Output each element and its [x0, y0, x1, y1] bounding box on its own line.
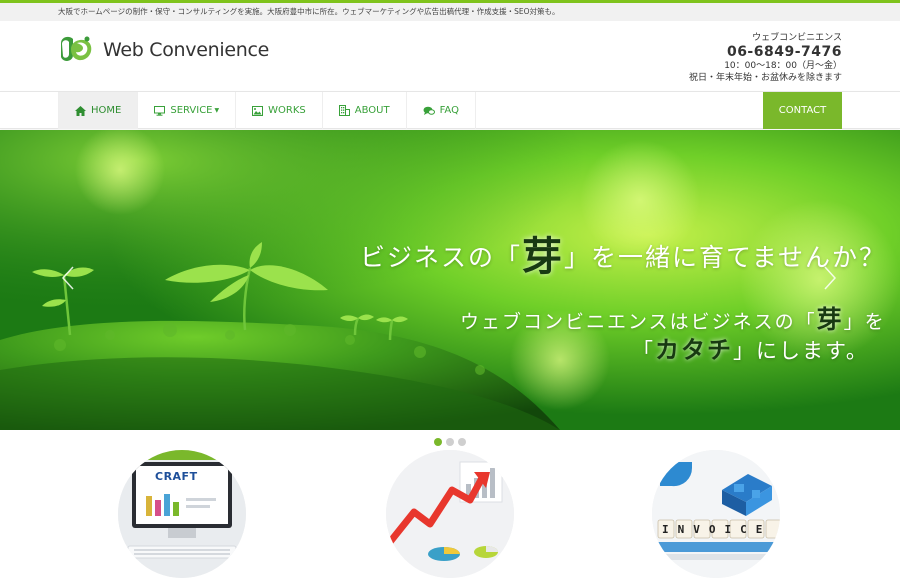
company-name: ウェブコンビニエンス — [752, 33, 842, 43]
contact-button[interactable]: CONTACT — [763, 92, 842, 129]
building-icon — [338, 105, 350, 116]
nav-item-label: SERVICE — [170, 105, 213, 116]
nav-item-works[interactable]: WORKS — [235, 92, 322, 129]
site-logo[interactable]: Web Convenience — [57, 35, 269, 65]
chat-icon — [423, 106, 435, 115]
hero-subline-2-post: 」にします。 — [733, 339, 869, 363]
chevron-down-icon: ▼ — [214, 107, 220, 114]
hero-headline: ビジネスの「芽」を一緒に育てませんか？ — [360, 220, 886, 280]
image-icon — [252, 105, 264, 116]
slider-pagination — [434, 438, 466, 446]
slider-dot-1[interactable] — [434, 438, 442, 446]
nav-item-label: HOME — [91, 105, 122, 116]
hero-sprout-image — [0, 130, 900, 430]
hero-slider: ビジネスの「芽」を一緒に育てませんか？ ウェブコンビニエンスはビジネスの「芽」を… — [0, 130, 900, 430]
nav-item-home[interactable]: HOME — [58, 92, 138, 129]
feature-growth-chart-image[interactable] — [386, 450, 514, 578]
hero-subline-2: 「カタチ」にします。 — [632, 330, 869, 365]
slider-dot-3[interactable] — [458, 438, 466, 446]
site-header: Web Convenience ウェブコンビニエンス 06-6849-7476 … — [0, 21, 900, 91]
header-contact-info: ウェブコンビニエンス 06-6849-7476 10：00〜18：00（月〜金）… — [689, 32, 842, 84]
business-hours: 10：00〜18：00（月〜金） — [724, 61, 842, 71]
craft-label: CRAFT — [155, 470, 198, 483]
feature-invoice-image[interactable]: INVOICE — [652, 450, 780, 578]
hero-headline-pre: ビジネスの「 — [360, 243, 523, 272]
hero-headline-bud: 芽 — [522, 233, 565, 280]
tagline-bar: 大阪でホームページの制作・保守・コンサルティングを実施。大阪府豊中市に所在。ウェ… — [0, 3, 900, 21]
slider-prev-arrow-icon[interactable] — [60, 265, 76, 291]
nav-item-faq[interactable]: FAQ — [405, 92, 476, 129]
nav-item-about[interactable]: ABOUT — [321, 92, 406, 129]
monitor-icon — [154, 105, 166, 116]
nav-item-label: FAQ — [439, 105, 459, 116]
closed-days: 祝日・年末年始・お盆休みを除きます — [688, 73, 842, 83]
nav-item-label: ABOUT — [354, 105, 390, 116]
hero-subline-2-shape: カタチ — [655, 335, 733, 364]
growth-chart-illustration — [386, 450, 514, 578]
logo-text: Web Convenience — [103, 39, 270, 61]
nav-item-service[interactable]: SERVICE ▼ — [137, 92, 235, 129]
slider-dot-2[interactable] — [446, 438, 454, 446]
main-nav: HOME SERVICE ▼ WORKS ABOUT FAQ CONTACT — [0, 91, 900, 129]
phone-number[interactable]: 06-6849-7476 — [689, 44, 842, 60]
invoice-blocks-illustration — [652, 450, 780, 578]
tagline-text: 大阪でホームページの制作・保守・コンサルティングを実施。大阪府豊中市に所在。ウェ… — [58, 7, 560, 16]
feature-craft-image[interactable]: CRAFT — [118, 450, 246, 578]
home-icon — [75, 105, 86, 116]
nav-item-label: WORKS — [268, 105, 306, 116]
logo-leaf-icon — [61, 36, 92, 61]
invoice-label: INVOICE — [662, 523, 772, 536]
hero-subline-2-pre: 「 — [632, 339, 655, 363]
slider-next-arrow-icon[interactable] — [822, 265, 838, 291]
